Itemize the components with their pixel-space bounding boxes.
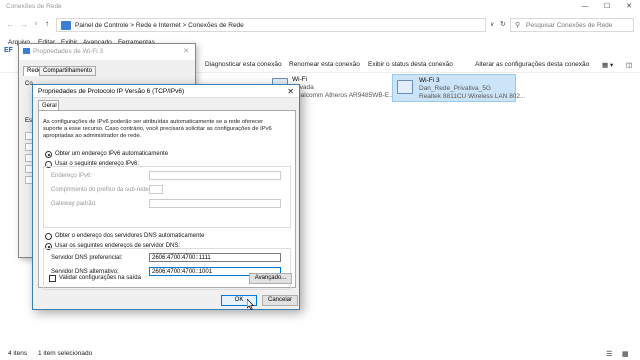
- auto-dns-label[interactable]: Obter o endereço dos servidores DNS auto…: [55, 233, 204, 239]
- search-placeholder: Pesquisar Conexões de Rede: [526, 22, 613, 29]
- explorer-titlebar: Conexões de Rede — ☐ ✕: [0, 0, 640, 14]
- breadcrumb-network-internet[interactable]: Rede e Internet: [136, 22, 181, 29]
- auto-dns-radio[interactable]: [45, 233, 52, 240]
- breadcrumb-network-connections[interactable]: Conexões de Rede: [188, 22, 244, 29]
- search-input[interactable]: ⚲ Pesquisar Conexões de Rede: [510, 18, 634, 32]
- prefix-length-label: Comprimento do prefixo da sub-rede:: [51, 187, 151, 193]
- advanced-button[interactable]: Avançado...: [249, 273, 292, 284]
- connection-name: Wi-Fi: [292, 76, 308, 83]
- breadcrumb-control-panel[interactable]: Painel de Controle: [75, 22, 128, 29]
- connection-adapter: Realtek 8811CU Wireless LAN 802...: [419, 93, 526, 100]
- status-command[interactable]: Exibir o status desta conexão: [368, 61, 453, 68]
- selection-count: 1 item selecionado: [38, 350, 93, 357]
- validate-checkbox[interactable]: [49, 275, 56, 282]
- change-settings-command[interactable]: Alterar as configurações desta conexão: [475, 61, 589, 68]
- gateway-field[interactable]: [149, 199, 281, 208]
- breadcrumb-sep: >: [182, 22, 187, 29]
- network-adapter-icon: [397, 80, 413, 94]
- prefix-length-field[interactable]: [149, 185, 163, 194]
- back-icon[interactable]: ←: [6, 20, 14, 29]
- connection-adapter: Qualcomm Atheros AR9485WB-E...: [292, 92, 395, 99]
- auto-ip-radio[interactable]: [45, 151, 52, 158]
- preferred-dns-field[interactable]: 2606:4700:4700::1111: [149, 253, 281, 262]
- window-title: Conexões de Rede: [6, 3, 62, 10]
- items-label: Es: [25, 118, 33, 124]
- dialog-title: Propriedades de Wi-Fi 3: [33, 48, 104, 55]
- ip-address-field[interactable]: [149, 171, 281, 180]
- tab-sharing[interactable]: Compartilhamento: [39, 66, 97, 76]
- dialog-title: Propriedades de Protocolo IP Versão 6 (T…: [38, 88, 185, 95]
- details-view-icon[interactable]: ☰: [606, 350, 612, 358]
- mouse-cursor-icon: [247, 299, 255, 310]
- chevron-down-icon[interactable]: ∨: [34, 20, 38, 27]
- status-bar: 4 itens 1 item selecionado ☰ ▦: [0, 348, 640, 360]
- connection-name: Wi-Fi 3: [419, 77, 440, 84]
- organize-label[interactable]: EF: [4, 47, 13, 54]
- details-pane-icon[interactable]: ◫: [626, 61, 632, 69]
- cancel-button[interactable]: Cancelar: [262, 295, 298, 306]
- connection-item-wifi-3[interactable]: Wi-Fi 3 Dan_Rede_Privativa_5G Realtek 88…: [392, 74, 525, 102]
- address-dropdown-icon[interactable]: ∨: [490, 21, 494, 28]
- large-icons-view-icon[interactable]: ▦: [622, 350, 629, 358]
- general-panel: As configurações de IPv6 poderão ser atr…: [38, 110, 296, 290]
- maximize-icon[interactable]: ☐: [596, 0, 618, 14]
- close-icon[interactable]: ✕: [618, 0, 640, 14]
- search-icon: ⚲: [515, 22, 521, 29]
- dialog-titlebar: Propriedades de Wi-Fi 3 ✕: [19, 44, 195, 60]
- up-icon[interactable]: ↑: [45, 19, 49, 28]
- description-text: As configurações de IPv6 poderão ser atr…: [43, 119, 272, 140]
- close-icon[interactable]: ✕: [183, 47, 189, 55]
- address-bar[interactable]: Painel de Controle > Rede e Internet > C…: [56, 18, 486, 32]
- validate-label[interactable]: Validar configurações na saída: [59, 275, 141, 281]
- connection-status: Dan_Rede_Privativa_5G: [419, 85, 491, 92]
- window-controls: — ☐ ✕: [574, 0, 640, 14]
- rename-command[interactable]: Renomear esta conexão: [289, 61, 360, 68]
- network-icon: [23, 48, 30, 54]
- dialog-titlebar: Propriedades de Protocolo IP Versão 6 (T…: [33, 85, 299, 98]
- control-panel-icon: [61, 21, 71, 30]
- diagnose-command[interactable]: Diagnosticar esta conexão: [205, 61, 282, 68]
- view-options-icon[interactable]: ▦ ▾: [602, 61, 613, 69]
- breadcrumb-sep: >: [130, 22, 135, 29]
- minimize-icon[interactable]: —: [574, 0, 596, 14]
- gateway-label: Gateway padrão:: [51, 201, 97, 207]
- ipv6-properties-dialog: Propriedades de Protocolo IP Versão 6 (T…: [32, 84, 300, 310]
- item-count: 4 itens: [8, 350, 28, 357]
- ip-address-label: Endereço IPv6:: [51, 173, 93, 179]
- preferred-dns-label: Servidor DNS preferencial:: [51, 255, 123, 261]
- breadcrumb: Painel de Controle > Rede e Internet > C…: [75, 22, 244, 29]
- close-icon[interactable]: ✕: [287, 87, 294, 96]
- forward-icon[interactable]: →: [20, 20, 28, 29]
- refresh-icon[interactable]: ↻: [500, 20, 506, 28]
- auto-ip-label[interactable]: Obter um endereço IPv6 automaticamente: [55, 151, 168, 157]
